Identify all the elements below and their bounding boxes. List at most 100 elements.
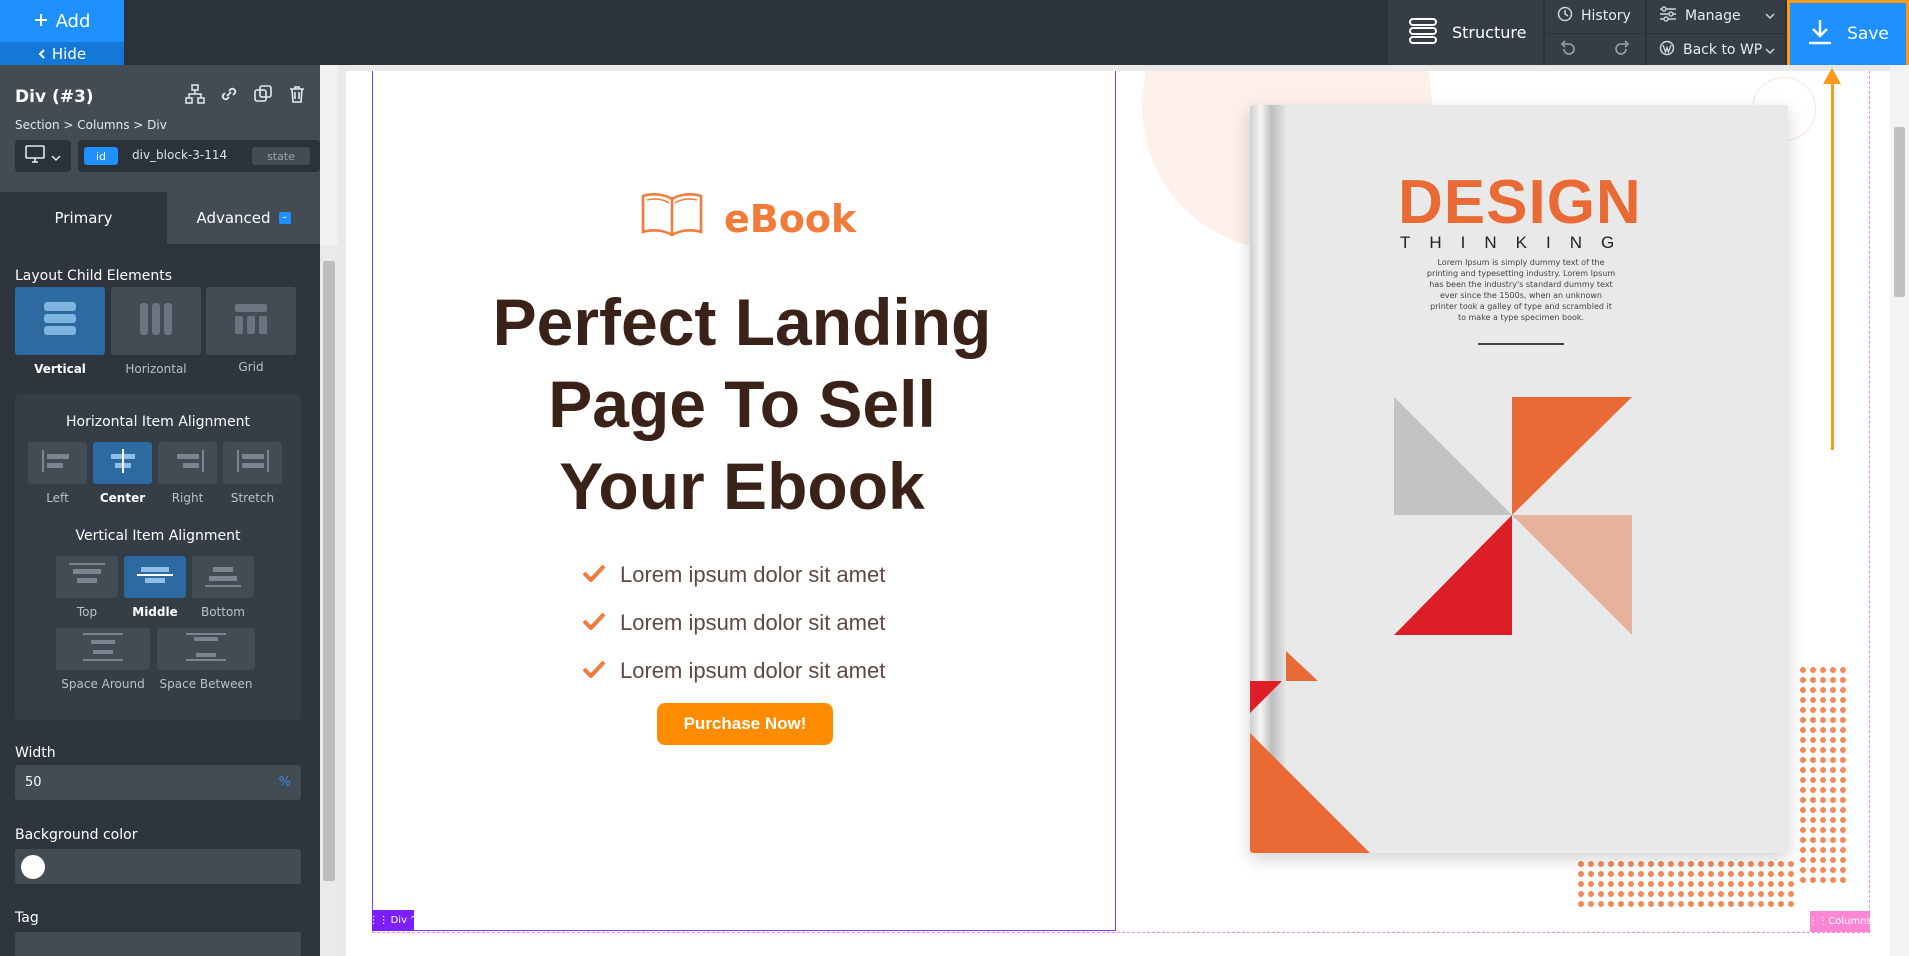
decorative-dot (1648, 901, 1654, 907)
hide-button[interactable]: Hide (0, 42, 124, 65)
decorative-dot (1800, 837, 1806, 843)
drag-handle-icon: ⋮⋮ (1808, 916, 1829, 927)
decorative-dot (1778, 861, 1784, 867)
decorative-dot (1578, 891, 1584, 897)
manage-button[interactable]: Manage (1647, 0, 1785, 32)
tag-select[interactable] (15, 932, 301, 956)
decorative-dot (1618, 871, 1624, 877)
decorative-dot (1638, 891, 1644, 897)
chevron-down-icon (51, 147, 61, 166)
decorative-dot (1678, 881, 1684, 887)
decorative-dot (1728, 881, 1734, 887)
decorative-dot (1800, 827, 1806, 833)
add-button[interactable]: Add (0, 0, 124, 42)
decorative-dot (1638, 881, 1644, 887)
corner-triangle-orange (1286, 651, 1318, 681)
selector-field[interactable]: id div_block-3-114 state (78, 140, 320, 172)
decorative-dot (1728, 871, 1734, 877)
trash-icon[interactable] (286, 83, 308, 105)
width-input[interactable]: 50 % (15, 765, 301, 800)
list-item: Lorem ipsum dolor sit amet (582, 599, 885, 647)
background-color-input[interactable] (15, 849, 301, 884)
decorative-dot (1830, 777, 1836, 783)
h-align-stretch-button[interactable] (223, 442, 282, 484)
list-item: Lorem ipsum dolor sit amet (582, 551, 885, 599)
h-align-center-button[interactable] (93, 442, 152, 484)
canvas-scrollbar[interactable] (1890, 65, 1909, 956)
decorative-dot (1820, 837, 1826, 843)
decorative-dot (1588, 901, 1594, 907)
save-button[interactable]: Save (1787, 0, 1909, 68)
back-to-wp-button[interactable]: Back to WP (1647, 33, 1785, 65)
color-swatch[interactable] (21, 855, 45, 879)
decorative-dot (1820, 757, 1826, 763)
decorative-dot (1830, 697, 1836, 703)
decorative-dot (1820, 737, 1826, 743)
link-icon[interactable] (218, 83, 240, 105)
v-align-top-button[interactable] (56, 556, 118, 598)
decorative-dot (1840, 847, 1846, 853)
div-tag[interactable]: ⋮⋮ Div ⌃ (369, 910, 417, 931)
decorative-dot (1668, 901, 1674, 907)
purchase-button[interactable]: Purchase Now! (657, 703, 833, 745)
decorative-dot (1800, 667, 1806, 673)
layout-grid-label: Grid (238, 360, 264, 374)
decorative-dot (1658, 881, 1664, 887)
device-selector[interactable] (15, 140, 71, 172)
tab-advanced[interactable]: Advanced – (167, 192, 320, 244)
pinwheel-red (1394, 515, 1512, 635)
check-icon (582, 658, 606, 684)
decorative-dot (1810, 847, 1816, 853)
decorative-dot (1698, 871, 1704, 877)
v-align-bottom-button[interactable] (192, 556, 254, 598)
decorative-dot (1840, 697, 1846, 703)
h-align-left-button[interactable] (28, 442, 87, 484)
decorative-dot (1830, 727, 1836, 733)
structure-tree-icon[interactable] (184, 83, 206, 105)
duplicate-icon[interactable] (252, 83, 274, 105)
panel-scrollbar-thumb[interactable] (323, 261, 335, 881)
canvas-scrollbar-thumb[interactable] (1894, 127, 1905, 297)
decorative-dot (1658, 901, 1664, 907)
history-button[interactable]: History (1545, 0, 1645, 32)
decorative-dot (1698, 881, 1704, 887)
decorative-dot (1840, 707, 1846, 713)
decorative-dot (1800, 877, 1806, 883)
panel-scrollbar[interactable] (320, 245, 338, 956)
redo-icon[interactable] (1613, 39, 1631, 61)
decorative-dot (1608, 891, 1614, 897)
chevron-down-icon (1765, 43, 1775, 59)
decorative-dot (1778, 891, 1784, 897)
state-button[interactable]: state (252, 147, 310, 165)
minus-icon: – (278, 212, 291, 224)
clock-icon (1557, 6, 1573, 26)
decorative-dot (1840, 807, 1846, 813)
columns-tag[interactable]: ⋮⋮ Columns (1808, 911, 1872, 932)
structure-button[interactable]: Structure (1388, 0, 1543, 65)
v-space-between-button[interactable] (157, 628, 255, 670)
h-align-right-button[interactable] (158, 442, 217, 484)
v-space-around-button[interactable] (56, 628, 150, 670)
decorative-dot (1618, 861, 1624, 867)
layout-grid-button[interactable] (206, 287, 296, 355)
history-label: History (1581, 8, 1631, 24)
decorative-dot (1618, 901, 1624, 907)
annotation-arrow (1831, 78, 1834, 450)
decorative-dot (1840, 797, 1846, 803)
layout-vertical-button[interactable] (15, 287, 105, 355)
tab-primary[interactable]: Primary (0, 192, 167, 244)
app-window: Add Hide Structure History Manage Back t… (0, 0, 1909, 956)
decorative-dot (1800, 727, 1806, 733)
decorative-dot (1628, 891, 1634, 897)
undo-icon[interactable] (1559, 39, 1577, 61)
id-badge[interactable]: id (84, 147, 118, 165)
decorative-dot (1738, 871, 1744, 877)
decorative-dot (1840, 817, 1846, 823)
layout-horizontal-button[interactable] (111, 287, 201, 355)
decorative-dot (1800, 817, 1806, 823)
v-align-middle-button[interactable] (124, 556, 186, 598)
decorative-dot (1748, 861, 1754, 867)
element-actions (184, 83, 308, 105)
width-unit[interactable]: % (279, 775, 291, 790)
decorative-dot (1768, 901, 1774, 907)
